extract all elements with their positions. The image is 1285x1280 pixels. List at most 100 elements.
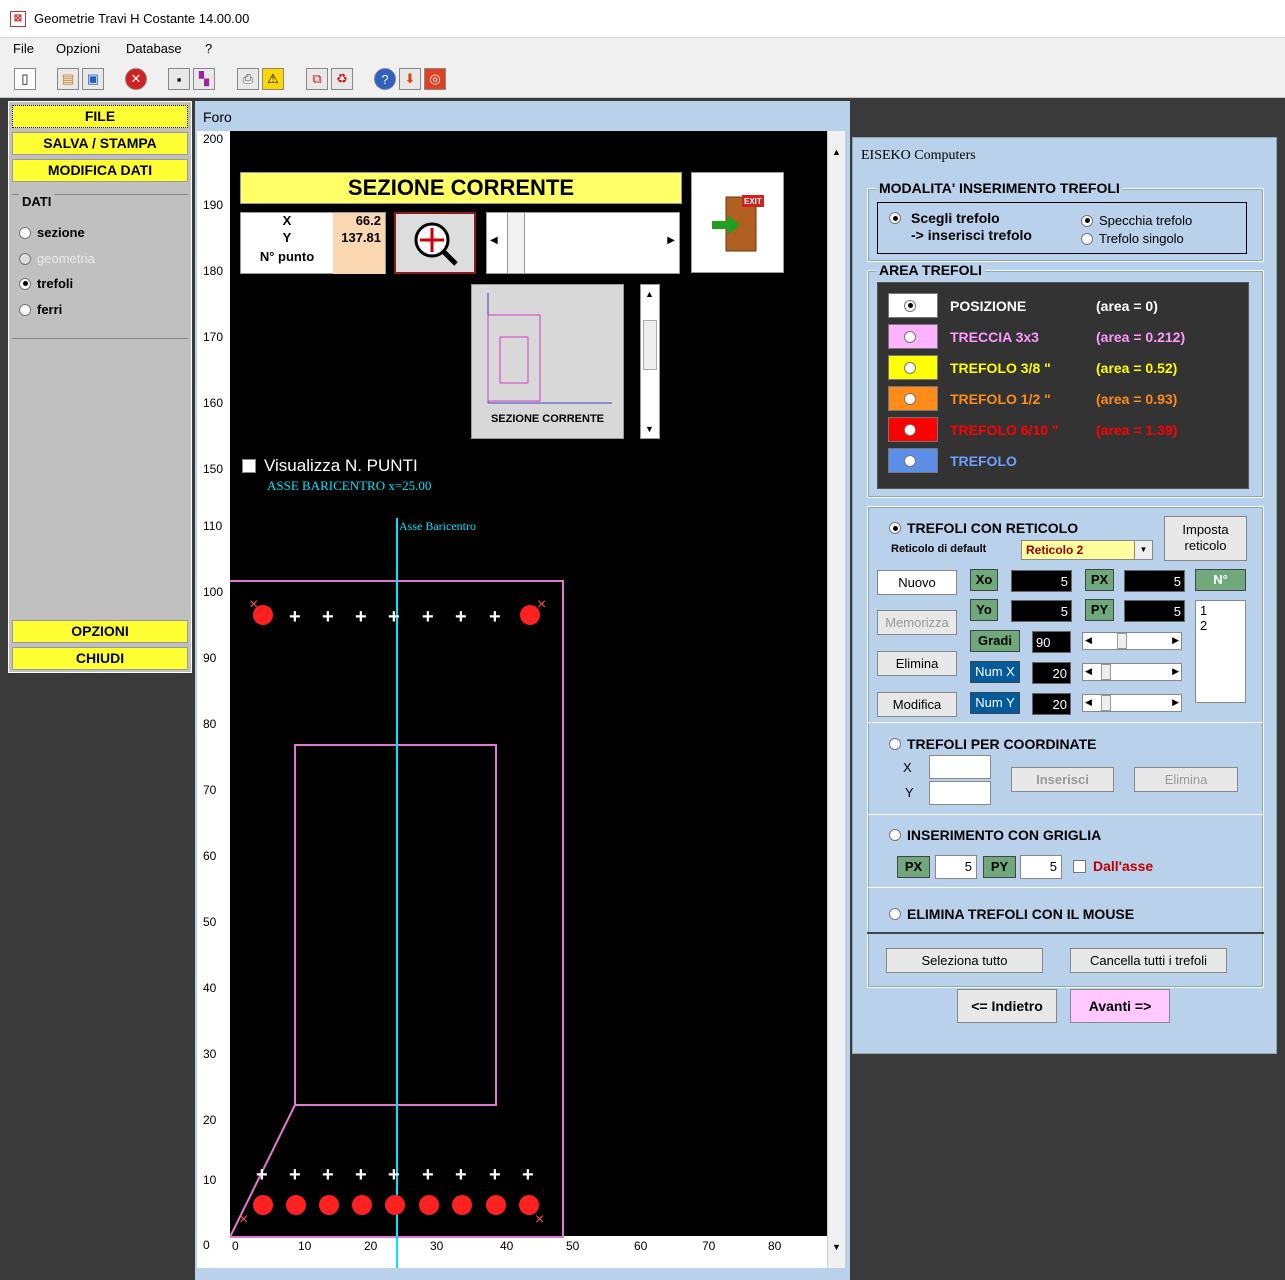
radio-trefoli[interactable]: trefoli — [19, 276, 73, 291]
recycle-icon[interactable]: ♻ — [331, 68, 353, 90]
print-icon[interactable]: ⎙ — [237, 68, 259, 90]
seleziona-tutto-button[interactable]: Seleziona tutto — [886, 948, 1043, 973]
px-field[interactable]: 5 — [1124, 570, 1185, 592]
numy-slider[interactable]: ◀ ▶ — [1082, 694, 1182, 712]
scroll-thumb[interactable] — [643, 320, 657, 370]
open-file-icon[interactable]: ▤ — [57, 68, 79, 90]
scroll-right-icon[interactable]: ▶ — [1172, 666, 1179, 677]
zoom-crosshair-icon — [414, 222, 458, 266]
new-file-icon[interactable]: ▯ — [14, 68, 36, 90]
thumbnail-scroll[interactable]: ▲ ▼ — [640, 284, 660, 439]
radio-ferri[interactable]: ferri — [19, 302, 62, 317]
chiudi-button[interactable]: CHIUDI — [12, 647, 188, 670]
elimina-button[interactable]: Elimina — [877, 651, 957, 676]
list-item[interactable]: 1 — [1200, 603, 1241, 618]
py-field[interactable]: 5 — [1124, 600, 1185, 622]
area-name: TREFOLO — [950, 453, 1017, 469]
svg-text:+: + — [289, 606, 301, 628]
gradi-field[interactable]: 90 — [1032, 631, 1071, 653]
avanti-button[interactable]: Avanti => — [1070, 989, 1170, 1023]
copy-icon[interactable]: ⧉ — [306, 68, 328, 90]
scroll-right-icon[interactable]: ▶ — [1172, 635, 1179, 646]
opzioni-button[interactable]: OPZIONI — [12, 620, 188, 643]
area-item-treccia[interactable]: TRECCIA 3x3 (area = 0.212) — [888, 324, 1238, 350]
list-item[interactable]: 2 — [1200, 618, 1241, 633]
area-item-trefolo-12[interactable]: TREFOLO 1/2 " (area = 0.93) — [888, 386, 1238, 412]
file-button[interactable]: FILE — [12, 105, 188, 128]
cancella-tutti-button[interactable]: Cancella tutti i trefoli — [1070, 948, 1227, 973]
griglia-py-input[interactable]: 5 — [1020, 855, 1062, 879]
numx-slider[interactable]: ◀ ▶ — [1082, 663, 1182, 681]
imposta-reticolo-button[interactable]: Imposta reticolo — [1164, 516, 1247, 561]
canvas-vertical-scroll[interactable]: ▲ ▼ — [827, 131, 845, 1268]
scroll-right-icon[interactable]: ▶ — [667, 235, 675, 246]
reticolo-selected: Reticolo 2 — [1026, 543, 1084, 557]
scroll-up-icon[interactable]: ▲ — [832, 147, 841, 157]
inserisci-button[interactable]: Inserisci — [1011, 767, 1114, 792]
radio-scegli-trefolo[interactable] — [889, 212, 907, 224]
download-icon[interactable]: ⬇ — [399, 68, 421, 90]
radio-griglia[interactable]: INSERIMENTO CON GRIGLIA — [889, 827, 1101, 843]
radio-coordinate[interactable]: TREFOLI PER COORDINATE — [889, 736, 1097, 752]
menu-opzioni[interactable]: Opzioni — [56, 41, 100, 56]
reticolo-select[interactable]: Reticolo 2 ▼ — [1021, 540, 1153, 560]
reticoli-list[interactable]: 1 2 — [1195, 600, 1246, 703]
scroll-left-icon[interactable]: ◀ — [1085, 697, 1092, 708]
slider-thumb[interactable] — [1101, 664, 1111, 680]
area-item-posizione[interactable]: POSIZIONE (area = 0) — [888, 293, 1238, 319]
scroll-left-icon[interactable]: ◀ — [1085, 635, 1092, 646]
modifica-dati-button[interactable]: MODIFICA DATI — [12, 159, 188, 182]
radio-icon — [889, 829, 901, 841]
modifica-button[interactable]: Modifica — [877, 692, 957, 717]
numy-field[interactable]: 20 — [1032, 693, 1071, 715]
horizontal-scroll[interactable]: ◀ ▶ — [486, 212, 680, 274]
area-item-trefolo-610[interactable]: TREFOLO 6/10 " (area = 1.39) — [888, 417, 1238, 443]
indietro-button[interactable]: <= Indietro — [957, 989, 1057, 1023]
scroll-down-icon[interactable]: ▼ — [645, 424, 654, 434]
visualizza-punti-checkbox[interactable]: Visualizza N. PUNTI — [242, 456, 418, 476]
griglia-px-input[interactable]: 5 — [935, 855, 977, 879]
save-icon[interactable]: ▪ — [168, 68, 190, 90]
radio-sezione[interactable]: sezione — [19, 225, 85, 240]
memorizza-button[interactable]: Memorizza — [877, 610, 957, 635]
scroll-down-icon[interactable]: ▼ — [832, 1242, 841, 1252]
scroll-right-icon[interactable]: ▶ — [1172, 697, 1179, 708]
salva-stampa-button[interactable]: SALVA / STAMPA — [12, 132, 188, 155]
dallasse-checkbox[interactable]: Dall'asse — [1073, 858, 1153, 874]
slider-thumb[interactable] — [1101, 695, 1111, 711]
zoom-button[interactable] — [394, 212, 476, 274]
area-item-trefolo-38[interactable]: TREFOLO 3/8 " (area = 0.52) — [888, 355, 1238, 381]
radio-specchia[interactable]: Specchia trefolo — [1081, 213, 1192, 228]
radio-elimina-mouse[interactable]: ELIMINA TREFOLI CON IL MOUSE — [889, 906, 1134, 922]
gradi-slider[interactable]: ◀ ▶ — [1082, 632, 1182, 650]
power-icon[interactable]: ◎ — [424, 68, 446, 90]
griglia-px-label: PX — [897, 856, 930, 878]
scroll-left-icon[interactable]: ◀ — [490, 235, 498, 246]
xo-field[interactable]: 5 — [1011, 570, 1072, 592]
chevron-down-icon[interactable]: ▼ — [1134, 541, 1152, 559]
area-swatch — [888, 324, 938, 349]
nuovo-button[interactable]: Nuovo — [877, 570, 957, 595]
exit-button[interactable]: EXIT — [691, 172, 784, 273]
menu-file[interactable]: File — [13, 41, 34, 56]
elimina-coord-button[interactable]: Elimina — [1134, 767, 1238, 792]
preview-icon[interactable]: ▣ — [82, 68, 104, 90]
area-item-trefolo[interactable]: TREFOLO — [888, 448, 1238, 474]
drawing-canvas[interactable]: 200 190 180 170 160 150 110 100 90 80 70… — [197, 131, 827, 1268]
yo-field[interactable]: 5 — [1011, 600, 1072, 622]
close-file-icon[interactable]: ✕ — [125, 68, 147, 90]
slider-thumb[interactable] — [1117, 633, 1127, 649]
coord-x-input[interactable] — [929, 755, 991, 779]
scroll-up-icon[interactable]: ▲ — [645, 289, 654, 299]
warning-icon[interactable]: ⚠ — [262, 68, 284, 90]
scroll-left-icon[interactable]: ◀ — [1085, 666, 1092, 677]
help-icon[interactable]: ? — [374, 68, 396, 90]
save-as-icon[interactable]: ▚ — [193, 68, 215, 90]
menu-help[interactable]: ? — [205, 41, 212, 56]
radio-reticolo[interactable]: TREFOLI CON RETICOLO — [889, 520, 1078, 536]
menu-database[interactable]: Database — [126, 41, 182, 56]
radio-singolo[interactable]: Trefolo singolo — [1081, 231, 1184, 246]
scroll-thumb[interactable] — [507, 213, 525, 273]
coord-y-input[interactable] — [929, 781, 991, 805]
numx-field[interactable]: 20 — [1032, 662, 1071, 684]
